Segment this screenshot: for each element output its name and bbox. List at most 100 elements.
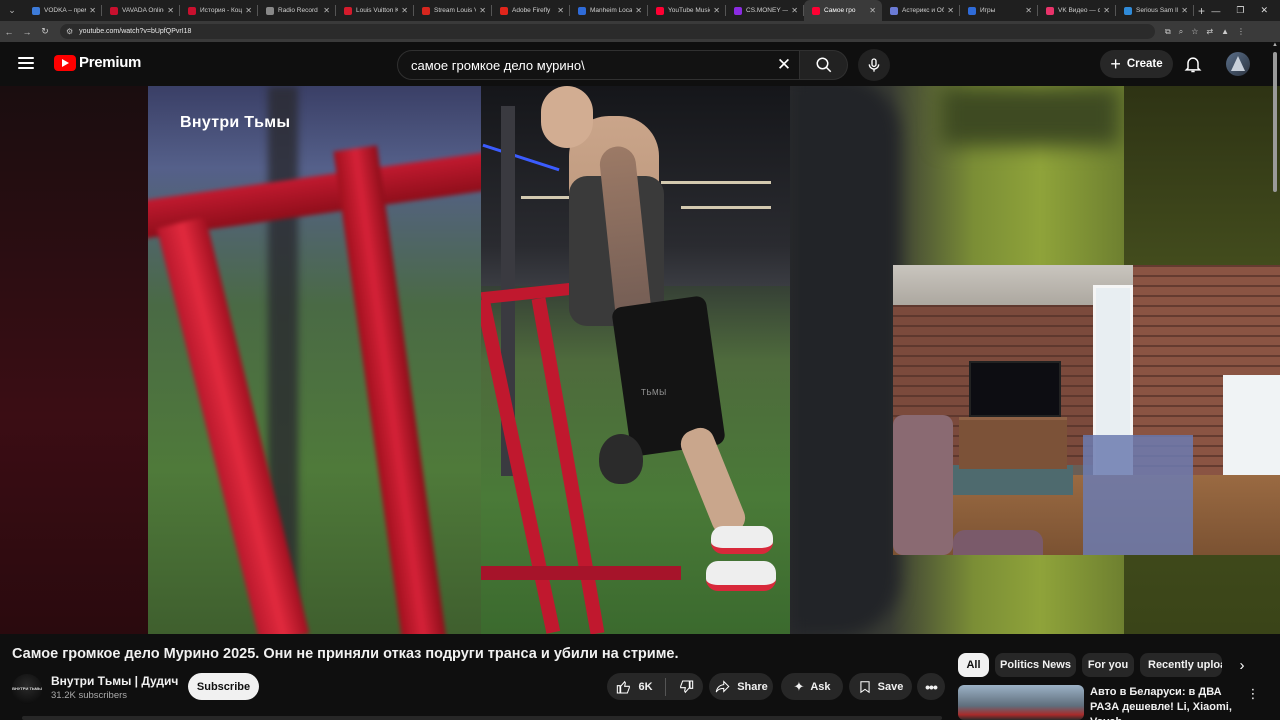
dislike-icon[interactable] [678,679,694,695]
browser-tab[interactable]: Игры ✕ [960,0,1038,21]
close-window-icon[interactable]: ✕ [1260,5,1268,16]
recommendation-menu-icon[interactable]: ⋮ [1247,686,1260,702]
clear-search-icon[interactable]: ✕ [773,54,795,76]
tab-close-icon[interactable]: ✕ [557,6,564,15]
browser-menu-icon[interactable]: ⋮ [1237,27,1245,37]
tab-close-icon[interactable]: ✕ [401,6,408,15]
more-horizontal-icon: ••• [925,678,938,695]
chip-for-you[interactable]: For you [1082,653,1134,677]
subscribe-button[interactable]: Subscribe [188,673,259,700]
search-query: самое громкое дело мурино\ [411,57,585,73]
chip-recently-uploaded[interactable]: Recently uploa [1140,653,1222,677]
minimize-icon[interactable]: — [1211,6,1220,16]
scrollbar-thumb[interactable] [1273,52,1277,192]
notifications-bell-icon[interactable] [1183,53,1203,75]
account-avatar[interactable] [1226,52,1250,76]
tab-close-icon[interactable]: ✕ [713,6,720,15]
video-title: Самое громкое дело Мурино 2025. Они не п… [12,646,679,662]
tab-title: CS.MONEY — [746,7,789,14]
page-scrollbar[interactable]: ▲ [1271,42,1279,720]
bookmark-star-icon[interactable]: ☆ [1191,27,1198,37]
site-info-icon[interactable]: ⚙ [66,27,73,36]
new-tab-button[interactable]: + [1198,4,1205,18]
recommendation-title[interactable]: Авто в Беларуси: в ДВА РАЗА дешевле! Li,… [1090,685,1240,720]
reload-icon[interactable]: ↻ [36,26,54,37]
browser-tab[interactable]: Serious Sam II ✕ [1116,0,1194,21]
zoom-icon[interactable]: ⌕ [1179,27,1183,37]
tab-favicon-icon [266,6,274,15]
browser-tab[interactable]: VODKA – прем ✕ [24,0,102,21]
blurred-frame-left [148,86,481,634]
tab-close-icon[interactable]: ✕ [89,6,96,15]
video-player[interactable]: Внутри Тьмы ТЬМЫ [0,86,1280,634]
like-count[interactable]: 6K [638,681,652,693]
tab-close-icon[interactable]: ✕ [869,6,876,15]
tab-favicon-icon [32,6,40,15]
chip-all[interactable]: All [958,653,989,677]
browser-tab[interactable]: Manheim Locat ✕ [570,0,648,21]
browser-tab[interactable]: Radio Record ✕ [258,0,336,21]
tab-title: Radio Record [278,7,318,14]
tab-close-icon[interactable]: ✕ [947,6,954,15]
chip-politics-news[interactable]: Politics News [995,653,1076,677]
browser-tab[interactable]: VK Видео — с ✕ [1038,0,1116,21]
url-text: youtube.com/watch?v=bUpfQPvrI18 [79,28,192,35]
tab-close-icon[interactable]: ✕ [1181,6,1188,15]
browser-tab[interactable]: VAVADA Online ✕ [102,0,180,21]
browser-toolbar: ← → ↻ ⚙ youtube.com/watch?v=bUpfQPvrI18 … [0,21,1280,42]
ask-button[interactable]: ✦ Ask [781,673,843,700]
save-button[interactable]: Save [849,673,912,700]
share-button[interactable]: Share [709,673,773,700]
chevron-right-icon[interactable]: › [1232,654,1252,676]
browser-tab[interactable]: Самое гро ✕ [804,0,882,21]
tab-close-icon[interactable]: ✕ [479,6,486,15]
scroll-up-icon[interactable]: ▲ [1272,42,1278,48]
browser-tab[interactable]: CS.MONEY — ✕ [726,0,804,21]
create-button[interactable]: + Create [1100,50,1173,78]
search-button[interactable] [800,50,848,80]
tab-search-icon[interactable]: ⌄ [0,0,24,21]
tab-close-icon[interactable]: ✕ [245,6,252,15]
tab-title: YouTube Music [668,7,711,14]
like-dislike-group: 6K [607,673,703,700]
tab-favicon-icon [500,6,508,15]
tab-close-icon[interactable]: ✕ [1103,6,1110,15]
channel-avatar[interactable]: ВНУТРИ ТЬМЫ [12,674,42,704]
tab-favicon-icon [890,6,898,15]
youtube-premium-logo[interactable]: Premium [54,54,141,71]
extension-icon[interactable]: ⇄ [1206,27,1213,37]
forward-icon[interactable]: → [18,27,36,37]
browser-tab[interactable]: История - Коц ✕ [180,0,258,21]
profile-icon[interactable]: ▲ [1221,27,1229,37]
open-in-app-icon[interactable]: ⧉ [1165,27,1171,37]
tab-favicon-icon [188,6,196,15]
address-bar[interactable]: ⚙ youtube.com/watch?v=bUpfQPvrI18 [60,24,1155,39]
tab-title: Adobe Firefly [512,7,551,14]
sparkle-icon: ✦ [793,678,805,694]
browser-tab[interactable]: YouTube Music ✕ [648,0,726,21]
voice-search-button[interactable] [858,49,890,81]
like-icon[interactable] [616,679,632,695]
tab-close-icon[interactable]: ✕ [635,6,642,15]
more-actions-button[interactable]: ••• [917,673,945,700]
youtube-header: Premium самое громкое дело мурино\ ✕ + C… [0,42,1280,86]
channel-name[interactable]: Внутри Тьмы | Дудич [51,674,178,688]
frame-watermark: ТЬМЫ [641,388,667,397]
back-icon[interactable]: ← [0,27,18,37]
tab-close-icon[interactable]: ✕ [323,6,330,15]
webcam-overlay [893,265,1280,555]
subscriber-count: 31.2K subscribers [51,690,128,701]
tab-title: Manheim Locat [590,7,633,14]
browser-tab[interactable]: Adobe Firefly ✕ [492,0,570,21]
tab-close-icon[interactable]: ✕ [167,6,174,15]
recommendation-thumbnail[interactable] [958,685,1084,720]
browser-tab[interactable]: Астерикс и Об ✕ [882,0,960,21]
tab-close-icon[interactable]: ✕ [1025,6,1032,15]
maximize-icon[interactable]: ❐ [1236,5,1244,16]
menu-icon[interactable] [18,57,34,69]
browser-tab[interactable]: Stream Louis V ✕ [414,0,492,21]
browser-tab[interactable]: Louis Vuitton K ✕ [336,0,414,21]
tab-close-icon[interactable]: ✕ [791,6,798,15]
tab-favicon-icon [734,6,742,15]
search-input[interactable]: самое громкое дело мурино\ ✕ [397,50,800,80]
